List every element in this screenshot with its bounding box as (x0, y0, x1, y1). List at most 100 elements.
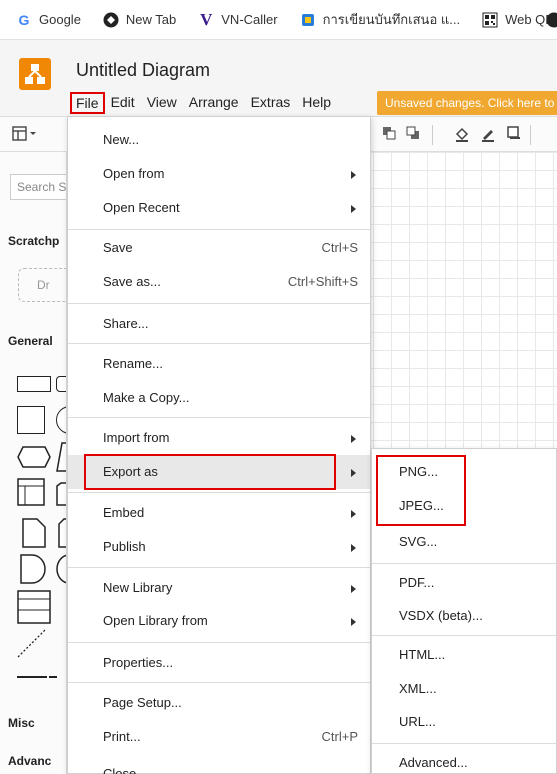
export-submenu: PNG... JPEG... SVG... PDF... VSDX (beta)… (371, 448, 557, 774)
card-shape[interactable] (58, 518, 67, 548)
bookmark-web-qr[interactable]: Web QR (482, 12, 555, 28)
document-shape[interactable] (22, 518, 46, 548)
menu-item-print[interactable]: Print... Ctrl+P (68, 720, 370, 754)
bookmark-new-tab[interactable]: New Tab (103, 12, 176, 28)
menu-item-label: Save as... (103, 274, 161, 289)
bookmark-vn-caller[interactable]: V VN-Caller (198, 9, 278, 29)
general-header[interactable]: General (8, 334, 53, 348)
menu-view[interactable]: View (141, 92, 183, 114)
menu-item-new[interactable]: New... (68, 123, 370, 157)
export-svg[interactable]: SVG... (372, 525, 557, 558)
menu-item-new-library[interactable]: New Library (68, 571, 370, 605)
menu-item-label: Rename... (103, 356, 163, 371)
globe-icon[interactable] (546, 12, 557, 28)
submenu-arrow-icon (351, 205, 356, 213)
menu-arrange[interactable]: Arrange (183, 92, 245, 114)
menu-item-save[interactable]: Save Ctrl+S (68, 231, 370, 265)
submenu-arrow-icon (351, 585, 356, 593)
export-html[interactable]: HTML... (372, 638, 557, 671)
advanced-header[interactable]: Advanc (8, 754, 51, 768)
menu-item-label: New... (103, 132, 140, 147)
bookmark-label: การเขียนบันทึกเสนอ แ... (322, 12, 461, 27)
bookmark-label: Google (39, 12, 81, 27)
menu-item-save-as[interactable]: Save as... Ctrl+Shift+S (68, 265, 370, 299)
menu-item-close[interactable]: Close (68, 757, 370, 774)
menu-item-open-library-from[interactable]: Open Library from (68, 604, 370, 638)
menu-item-embed[interactable]: Embed (68, 496, 370, 530)
submenu-item-label: VSDX (beta)... (399, 608, 483, 623)
hexagon-shape[interactable] (17, 446, 51, 468)
bookmark-google[interactable]: G Google (16, 12, 81, 28)
menu-item-page-setup[interactable]: Page Setup... (68, 686, 370, 720)
menu-file[interactable]: File (70, 92, 105, 114)
qr-code-icon (482, 12, 498, 28)
shadow-icon[interactable] (507, 126, 521, 144)
menu-item-label: Print... (103, 729, 141, 744)
menu-item-import-from[interactable]: Import from (68, 421, 370, 455)
file-menu: New... Open from Open Recent Save Ctrl+S … (67, 116, 371, 774)
shape-search-input[interactable]: Search S (10, 174, 66, 200)
export-pdf[interactable]: PDF... (372, 566, 557, 599)
menu-item-publish[interactable]: Publish (68, 530, 370, 564)
menu-item-open-recent[interactable]: Open Recent (68, 191, 370, 225)
menu-item-properties[interactable]: Properties... (68, 646, 370, 680)
line-shape[interactable] (17, 674, 57, 680)
list-shape[interactable] (17, 590, 51, 624)
circle-shape[interactable] (56, 406, 66, 434)
scratchpad-drop-area[interactable]: Dr (18, 268, 66, 302)
menu-item-make-a-copy[interactable]: Make a Copy... (68, 381, 370, 415)
square-shape[interactable] (17, 406, 45, 434)
document-title[interactable]: Untitled Diagram (76, 60, 210, 81)
menu-item-label: Properties... (103, 655, 174, 670)
bookmark-label: VN-Caller (221, 12, 278, 27)
menu-item-open-from[interactable]: Open from (68, 157, 370, 191)
google-icon: G (18, 11, 30, 28)
menu-extras[interactable]: Extras (245, 92, 297, 114)
menu-item-share[interactable]: Share... (68, 307, 370, 341)
scratchpad-header[interactable]: Scratchp (8, 234, 59, 248)
container-shape[interactable] (17, 478, 45, 506)
to-front-icon[interactable] (382, 126, 396, 144)
menu-item-label: Open from (103, 166, 165, 181)
menu-separator (68, 567, 370, 568)
menu-separator (68, 492, 370, 493)
submenu-item-label: Advanced... (399, 755, 468, 770)
parallelogram-shape[interactable] (56, 442, 67, 472)
rounded-rectangle-shape[interactable] (56, 376, 66, 392)
menu-help[interactable]: Help (296, 92, 337, 114)
menu-item-label: Publish (103, 539, 146, 554)
unsaved-changes-notice[interactable]: Unsaved changes. Click here to (377, 91, 557, 115)
menu-separator (68, 229, 370, 230)
line-color-icon[interactable] (480, 126, 496, 146)
menu-item-label: Open Library from (103, 613, 208, 628)
export-xml[interactable]: XML... (372, 672, 557, 705)
misc-header[interactable]: Misc (8, 716, 35, 730)
submenu-item-label: XML... (399, 681, 437, 696)
submenu-arrow-icon (351, 618, 356, 626)
submenu-arrow-icon (351, 544, 356, 552)
export-vsdx[interactable]: VSDX (beta)... (372, 599, 557, 632)
submenu-arrow-icon (351, 469, 356, 477)
submenu-arrow-icon (351, 435, 356, 443)
arc-shape[interactable] (56, 554, 67, 584)
export-url[interactable]: URL... (372, 705, 557, 738)
rectangle-shape[interactable] (17, 376, 51, 392)
fill-color-icon[interactable] (454, 126, 470, 146)
dashed-line-shape[interactable] (17, 628, 47, 658)
menu-separator (68, 642, 370, 643)
menu-item-rename[interactable]: Rename... (68, 347, 370, 381)
notebook-icon (300, 12, 316, 28)
to-back-icon[interactable] (406, 126, 420, 144)
vn-caller-icon: V (200, 9, 213, 29)
menu-item-label: Save (103, 240, 133, 255)
toolbar-divider (530, 125, 531, 145)
bookmark-notebook[interactable]: การเขียนบันทึกเสนอ แ... (300, 9, 460, 30)
menu-separator (372, 635, 557, 636)
menu-edit[interactable]: Edit (105, 92, 141, 114)
cube-shape[interactable] (56, 482, 67, 506)
menu-separator (68, 417, 370, 418)
delay-shape[interactable] (20, 554, 46, 584)
page-layout-icon[interactable] (12, 126, 38, 146)
export-advanced[interactable]: Advanced... (372, 746, 557, 774)
submenu-item-label: SVG... (399, 534, 438, 549)
